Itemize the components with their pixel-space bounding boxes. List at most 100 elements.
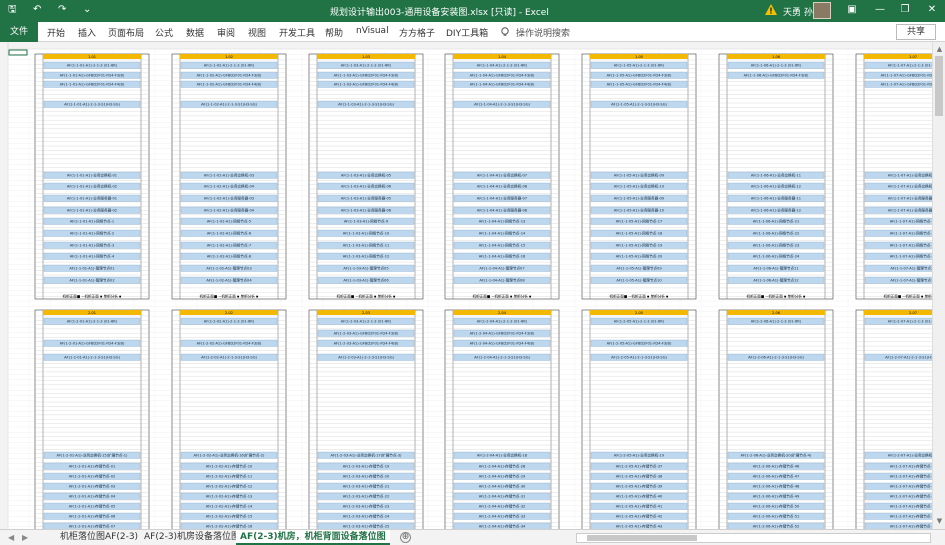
- rack-2-01: 2-01 AF(1-2-01-A1)-2-1-3 (01-6R) AF(1-2-01…: [34, 309, 150, 529]
- tab-developer[interactable]: 开发工具: [279, 26, 315, 39]
- device-label: AF(1-1-03-A1)-网络节点-12: [343, 254, 390, 259]
- device-label: AF(1-1-03-A1)-网络节点-9: [344, 219, 389, 224]
- device-label: AF(1-2-03-A1)-2-1-3-S1(H3-SG): [338, 356, 394, 360]
- rack-name: 1-06: [772, 55, 780, 59]
- device-label: AF(1-2-07-A1)-存储节点-61: [890, 524, 932, 529]
- device-label: AF(1-1-05-A1)-网络节点-18: [616, 231, 663, 236]
- device-label: AF(1-1-05-A1)-网络节点-20: [616, 254, 663, 259]
- device-label: AF(1-2-04-A1)-存储节点-32: [479, 504, 526, 509]
- device-label: AF(1-1-04-A1)-网络节点-16: [479, 254, 526, 259]
- sheet-tab-3[interactable]: AF(2-3)机房，机柜背面设备落位图: [236, 530, 390, 545]
- device-label: AF(1-1-06-A1)-网络节点-23: [753, 243, 800, 248]
- device-label: AF(1-1-06-A1)-网络节点-22: [753, 231, 800, 236]
- device-label: AF(1-1-02-A1)-业务交换机-04: [204, 184, 255, 189]
- prev-sheet-icon[interactable]: ◀: [8, 533, 14, 542]
- device-label: AF(1-1-05-A1)-业务服务器-09: [614, 196, 665, 201]
- device-label: AF(1-1-04-A1)-网络节点-13: [479, 219, 526, 224]
- rack-footer-label: 机柜正面■ ~机柜正面 ▪ 单柜分析 ▪: [884, 294, 932, 299]
- rack-header: [864, 310, 932, 315]
- tab-fangfanggezi[interactable]: 方方格子: [399, 26, 435, 39]
- tab-data[interactable]: 数据: [186, 26, 204, 39]
- vertical-scrollbar[interactable]: ▲ ▼: [932, 42, 945, 529]
- device-label: AF(1-2-05-A1)-存储节点-37: [616, 464, 663, 469]
- ribbon-display-icon[interactable]: ▣: [845, 4, 859, 16]
- device-label: AF(1-1-03-A1)-管理节点05: [343, 266, 388, 271]
- horizontal-scrollbar[interactable]: [576, 533, 931, 543]
- device-label: AF(1-2-04-A1)-业务交换机-18: [477, 453, 528, 458]
- redo-icon[interactable]: ↷: [58, 4, 66, 16]
- user-name[interactable]: 天勇 孙: [783, 5, 813, 18]
- tab-review[interactable]: 审阅: [217, 26, 235, 39]
- device-label: AF(1-2-06-A1)-存储节点-48: [753, 484, 800, 489]
- tab-page-layout[interactable]: 页面布局: [108, 26, 144, 39]
- device-label: AF(1-1-06-A1)-管理节点11: [753, 266, 798, 271]
- device-label: AF(1-1-02-A1)-2-1-3-S1(H3-SG): [201, 103, 257, 107]
- device-label: AF(1-2-03-A1)-存储节点-23: [343, 504, 390, 509]
- horizontal-scroll-thumb[interactable]: [587, 535, 697, 541]
- close-icon[interactable]: ✕: [925, 4, 939, 16]
- device-label: AF(1-2-04-A1)-存储节点-30: [479, 484, 526, 489]
- rack-name: 1-02: [225, 55, 233, 59]
- next-sheet-icon[interactable]: ▶: [22, 533, 28, 542]
- device-label: AF(1-2-01-A1)-2-1-3 (01-6R): [67, 320, 118, 324]
- lightbulb-icon: [501, 27, 509, 36]
- device-label: AF(1-1-01-A1)-管理节点02: [69, 278, 114, 283]
- device-label: AF(1-1-05-A1)-2-1-3-S1(H3-SG): [611, 103, 667, 107]
- device-label: AF(1-2-06-A1)-业务交换机-20(扩展节点-4): [741, 453, 813, 458]
- tab-nvisual[interactable]: nVisual: [356, 26, 389, 36]
- restore-icon[interactable]: ❐: [898, 4, 912, 16]
- worksheet[interactable]: 1-01 AF(1-1-01-A1)-2-1-3 (01-6R) AF(1-1-01…: [0, 42, 932, 529]
- device-label: AF(1-2-05-A1)-业务交换机-19: [614, 453, 665, 458]
- undo-icon[interactable]: ↶: [33, 4, 41, 16]
- device-label: AF(1-2-01-A1)-GFBD2F01-FD4-F3(B): [60, 342, 125, 346]
- device-label: AF(1-2-05-A1)-2-1-3 (01-6R): [614, 320, 665, 324]
- rack-footer-label: 机柜正面■ ~机柜正面 ▪ 单柜分析 ▪: [747, 294, 807, 299]
- worksheet-grid[interactable]: 1-01 AF(1-1-01-A1)-2-1-3 (01-6R) AF(1-1-01…: [0, 42, 932, 529]
- device-label: AF(1-1-03-A1)-GFBD2F01-FD4-F4(B): [334, 83, 399, 87]
- vertical-scroll-thumb[interactable]: [935, 56, 943, 116]
- rack-footer-label: 机柜正面■ ~机柜正面 ▪ 单柜分析 ▪: [610, 294, 670, 299]
- tab-help[interactable]: 帮助: [325, 26, 343, 39]
- rack-header: [864, 54, 932, 59]
- device-label: AF(1-2-03-A1)-存储节点-22: [343, 494, 390, 499]
- device-label: AF(1-2-06-A1)-存储节点-47: [753, 474, 800, 479]
- tab-formulas[interactable]: 公式: [155, 26, 173, 39]
- scroll-down-icon[interactable]: ▼: [935, 517, 944, 525]
- device-label: AF(1-2-04-A1)-存储节点-31: [479, 494, 526, 499]
- share-button[interactable]: 共享: [896, 24, 936, 40]
- avatar[interactable]: [813, 2, 831, 19]
- device-label: AF(1-2-04-A1)-存储节点-29: [479, 474, 526, 479]
- minimize-icon[interactable]: —: [873, 4, 887, 16]
- tab-file[interactable]: 文件: [0, 22, 38, 42]
- device-label: AF(1-2-06-A1)-2-1-3-S1(H3-SG): [748, 356, 804, 360]
- tab-diy-toolbox[interactable]: DIY工具箱: [446, 26, 488, 39]
- sheet-tab-2[interactable]: AF(2-3)机房设备落位图: [140, 530, 244, 545]
- tab-home[interactable]: 开始: [47, 26, 65, 39]
- device-label: AF(1-1-01-A1)-业务服务器-01: [67, 196, 117, 201]
- rack-name: 1-07: [909, 55, 917, 59]
- device-label: AF(1-2-05-A1)-存储节点-39: [616, 484, 663, 489]
- customize-qat-icon[interactable]: ⌄: [83, 4, 91, 16]
- device-label: AF(1-2-01-A1)-存储节点-02: [69, 474, 116, 479]
- device-label: AF(1-2-02-A1)-2-1-3 (01-6R): [204, 320, 255, 324]
- scroll-up-icon[interactable]: ▲: [935, 45, 944, 53]
- tab-view[interactable]: 视图: [248, 26, 266, 39]
- device-label: AF(1-1-04-A1)-管理节点08: [479, 278, 525, 283]
- add-sheet-icon[interactable]: ⊕: [400, 532, 411, 543]
- rack-name: 2-07: [909, 311, 917, 315]
- device-label: AF(1-1-06-A1)-GFBD2F01-FD4-F3(B): [744, 74, 809, 78]
- device-label: AF(1-1-04-A1)-业务交换机-08: [477, 184, 528, 189]
- tab-insert[interactable]: 插入: [78, 26, 96, 39]
- device-label: AF(1-2-01-A1)-存储节点-03: [69, 484, 116, 489]
- rack-name: 2-01: [88, 311, 96, 315]
- sheet-tab-1[interactable]: 机柜落位图AF(2-3): [56, 530, 142, 545]
- rack-name: 2-03: [362, 311, 370, 315]
- tell-me-search[interactable]: 操作说明搜索: [516, 26, 570, 39]
- save-icon[interactable]: 🖫: [8, 4, 17, 16]
- warning-icon[interactable]: [765, 4, 777, 15]
- rack-name: 1-01: [88, 55, 96, 59]
- device-label: AF(1-1-03-A1)-网络节点-11: [343, 243, 390, 248]
- device-label: AF(1-2-07-A1)-业务交换机-21: [888, 453, 932, 458]
- rack-1-05: 1-05 AF(1-1-05-A1)-2-1-3 (01-6R) AF(1-1-05…: [581, 53, 697, 300]
- device-label: AF(1-2-05-A1)-存储节点-38: [616, 474, 663, 479]
